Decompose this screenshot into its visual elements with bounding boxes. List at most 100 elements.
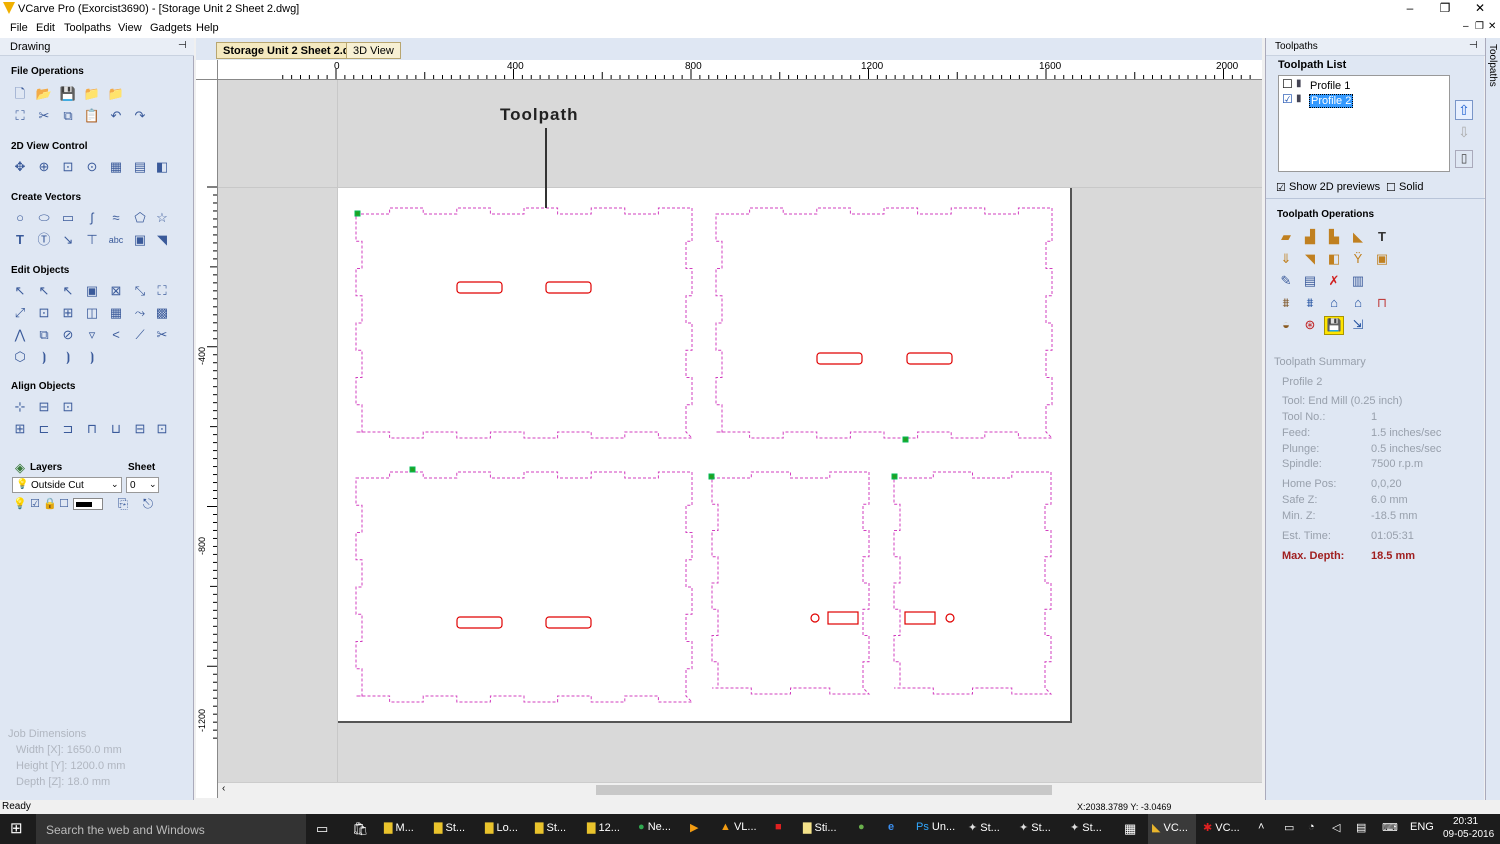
search-box[interactable]: Search the web and Windows <box>36 814 306 844</box>
redo-icon[interactable]: ↷ <box>132 108 148 124</box>
drill-toolpath-icon[interactable]: ▙ <box>1326 229 1342 245</box>
tab-3d-view[interactable]: 3D View <box>346 42 401 59</box>
copy-icon[interactable]: ⧉ <box>60 108 76 124</box>
vcarve-text-icon[interactable]: T <box>1374 229 1390 245</box>
move-icon[interactable]: ⤡ <box>132 283 148 299</box>
scrollbar-thumb[interactable] <box>596 785 1052 795</box>
clock-date[interactable]: 09-05-2016 <box>1443 829 1494 840</box>
circle-icon[interactable]: ○ <box>12 210 28 226</box>
recalculate-icon[interactable]: ⊛ <box>1302 317 1318 333</box>
intersect-icon[interactable]: ▿ <box>84 327 100 343</box>
battery-icon[interactable]: ▭ <box>1284 821 1294 834</box>
job-setup-icon[interactable]: ⛶ <box>12 108 28 124</box>
taskbar-app-folder-m[interactable]: ▇ M... <box>384 821 414 834</box>
open-folder-icon[interactable]: 📁 <box>84 86 100 102</box>
move-up-button[interactable]: ⇧ <box>1455 100 1473 120</box>
layer-color-icon[interactable]: ☐ <box>56 496 72 512</box>
task-view-icon[interactable]: ▭ <box>316 821 328 837</box>
pan-icon[interactable]: ✥ <box>12 159 28 175</box>
toolpath-checkbox-unchecked[interactable]: ☐ <box>1282 78 1293 90</box>
sheet-select[interactable]: 0 ⌄ <box>126 477 159 493</box>
select-icon[interactable]: ↖ <box>12 283 28 299</box>
menu-help[interactable]: Help <box>196 22 219 34</box>
action-center-icon[interactable]: ▤ <box>1356 821 1366 834</box>
horizontal-scrollbar[interactable]: ‹ <box>218 782 1262 796</box>
taskbar-app-folder-12[interactable]: ▇ 12... <box>587 821 620 834</box>
fillet-icon[interactable]: ⋀ <box>12 327 28 343</box>
maximize-button[interactable]: ❐ <box>1425 1 1465 15</box>
flash-icon[interactable]: ■ <box>775 821 782 833</box>
size-icon[interactable]: ⊡ <box>36 305 52 321</box>
text-icon[interactable]: T <box>12 232 28 248</box>
language-indicator[interactable]: ENG <box>1410 821 1434 833</box>
menu-gadgets[interactable]: Gadgets <box>150 22 192 34</box>
taskbar-app-folder-st[interactable]: ▇ St... <box>434 821 465 834</box>
pin-icon[interactable]: ⊣ <box>178 40 187 51</box>
store-icon[interactable]: 🛍 <box>352 821 369 837</box>
array-icon[interactable]: ▣ <box>132 232 148 248</box>
summary-icon[interactable]: ▥ <box>1350 273 1366 289</box>
taskbar-app-vcarve2[interactable]: ✱ VC... <box>1203 821 1240 834</box>
space-vertical-icon[interactable]: ⊡ <box>154 421 170 437</box>
ungroup-icon[interactable]: ⊠ <box>108 283 124 299</box>
smooth-icon[interactable]: ⦘ <box>60 349 76 365</box>
merge-icon[interactable]: ⩩ <box>1302 295 1318 311</box>
tray-chevron-up-icon[interactable]: ˄ <box>1258 821 1264 833</box>
moulding-icon[interactable]: ◧ <box>1326 251 1342 267</box>
pocket-toolpath-icon[interactable]: ▟ <box>1302 229 1318 245</box>
dimension-icon[interactable]: ⊤ <box>84 232 100 248</box>
open-file-icon[interactable]: 📂 <box>36 86 52 102</box>
new-file-icon[interactable]: 🗋 <box>12 86 28 102</box>
mdi-close-button[interactable]: ✕ <box>1488 21 1496 32</box>
taskbar-app-st5[interactable]: ✦ St... <box>1070 821 1102 834</box>
text-frame-icon[interactable]: Ⓣ <box>36 232 52 248</box>
toolpaths-side-tab[interactable]: Toolpaths <box>1485 38 1500 800</box>
polyline-icon[interactable]: ʃ <box>84 210 100 226</box>
move-down-button[interactable]: ⇩ <box>1455 124 1473 142</box>
toolpath-item-profile-1[interactable]: ☐ ▮ Profile 1 <box>1282 78 1442 92</box>
minimize-button[interactable]: – <box>1390 1 1430 15</box>
prism-icon[interactable]: ◥ <box>1302 251 1318 267</box>
taskbar-app-photoshop[interactable]: Ps Un... <box>916 821 955 833</box>
align-center-icon[interactable]: ⊹ <box>12 399 28 415</box>
taskbar-app-vlc[interactable]: ▲ VL... <box>720 821 757 833</box>
array-copy-icon[interactable]: ▦ <box>108 305 124 321</box>
menu-edit[interactable]: Edit <box>36 22 55 34</box>
edge-icon[interactable]: e <box>888 821 894 833</box>
taskbar-app-chrome[interactable]: ● Ne... <box>638 821 671 833</box>
mdi-restore-button[interactable]: ❐ <box>1475 21 1484 32</box>
align-page-center-icon[interactable]: ⊞ <box>12 421 28 437</box>
extend-icon[interactable]: ⟋ <box>132 327 148 343</box>
weld-icon[interactable]: ⧉ <box>36 327 52 343</box>
save-toolpath-icon[interactable]: 💾 <box>1324 316 1344 335</box>
fluting-icon[interactable]: ⇓ <box>1278 251 1294 267</box>
trim-icon[interactable]: < <box>108 327 124 343</box>
star-icon[interactable]: ☆ <box>154 210 170 226</box>
clock-time[interactable]: 20:31 <box>1453 816 1478 827</box>
volume-icon[interactable]: ◁ <box>1332 821 1340 834</box>
scissors-icon[interactable]: ✂ <box>154 327 170 343</box>
menu-toolpaths[interactable]: Toolpaths <box>64 22 111 34</box>
space-horizontal-icon[interactable]: ⊟ <box>132 421 148 437</box>
material-setup-icon[interactable]: ⌂ <box>1350 295 1366 311</box>
join-icon[interactable]: ⦘ <box>36 349 52 365</box>
pin-icon[interactable]: ⊣ <box>1469 40 1478 51</box>
rectangle-icon[interactable]: ▭ <box>60 210 76 226</box>
align-right-icon[interactable]: ⊐ <box>60 421 76 437</box>
tool-database-icon[interactable]: ⌂ <box>1326 295 1342 311</box>
toolpath-checkbox-checked[interactable]: ☑ <box>1282 93 1293 105</box>
preview-icon[interactable]: ⩩ <box>1278 295 1294 311</box>
zoom-extents-icon[interactable]: ⊡ <box>60 159 76 175</box>
abc-text-icon[interactable]: abc <box>108 232 124 248</box>
undo-icon[interactable]: ↶ <box>108 108 124 124</box>
media-icon[interactable]: ▶ <box>690 821 698 834</box>
subtract-icon[interactable]: ⊘ <box>60 327 76 343</box>
polygon-icon[interactable]: ⬠ <box>132 210 148 226</box>
node-edit-icon[interactable]: ↖ <box>36 283 52 299</box>
import-icon[interactable]: 📁 <box>108 86 124 102</box>
offset-icon[interactable]: ⤳ <box>132 305 148 321</box>
layer-visible-icon[interactable]: 💡 <box>12 496 28 512</box>
taskbar-app-vcarve-active[interactable]: ◣ VC... <box>1148 814 1196 844</box>
taskbar-app-folder-st2[interactable]: ▇ St... <box>535 821 566 834</box>
layer-manager-icon[interactable]: ⎘ <box>115 496 131 512</box>
